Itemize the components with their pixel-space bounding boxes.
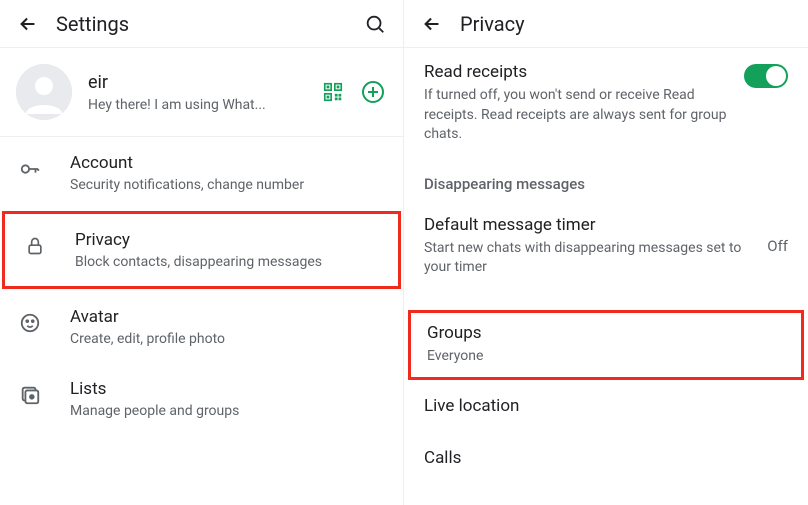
profile-row[interactable]: eir Hey there! I am using What...: [0, 48, 403, 137]
plus-circle-icon: [361, 80, 385, 104]
avatar-placeholder-icon: [16, 64, 72, 120]
setting-item-privacy[interactable]: Privacy Block contacts, disappearing mes…: [2, 211, 401, 289]
privacy-title: Read receipts: [424, 62, 732, 82]
privacy-subtitle: If turned off, you won't send or receive…: [424, 86, 732, 145]
face-icon: [18, 311, 42, 335]
avatar: [16, 64, 72, 120]
profile-name: eir: [88, 72, 319, 93]
setting-subtitle: Manage people and groups: [70, 403, 385, 419]
privacy-item-live-location[interactable]: Live location: [404, 382, 808, 434]
search-icon: [364, 13, 386, 35]
section-header-disappearing: Disappearing messages: [404, 159, 808, 201]
privacy-title: Default message timer: [424, 215, 755, 235]
setting-item-account[interactable]: Account Security notifications, change n…: [0, 137, 403, 209]
privacy-subtitle: Start new chats with disappearing messag…: [424, 239, 755, 278]
privacy-title: Calls: [424, 448, 788, 468]
back-arrow-icon: [17, 13, 39, 35]
lists-icon: [18, 383, 42, 407]
privacy-title: Groups: [427, 323, 785, 343]
setting-subtitle: Security notifications, change number: [70, 177, 385, 193]
page-title: Privacy: [460, 12, 800, 36]
privacy-item-groups[interactable]: Groups Everyone: [408, 310, 804, 380]
setting-subtitle: Block contacts, disappearing messages: [75, 254, 380, 270]
privacy-subtitle: Everyone: [427, 347, 785, 367]
default-timer-value: Off: [767, 237, 788, 255]
privacy-item-default-timer[interactable]: Default message timer Start new chats wi…: [404, 201, 808, 292]
qr-code-button[interactable]: [319, 78, 347, 106]
back-button[interactable]: [8, 4, 48, 44]
read-receipts-toggle[interactable]: [744, 64, 788, 88]
lock-icon: [23, 234, 47, 258]
setting-title: Lists: [70, 379, 385, 399]
settings-header: Settings: [0, 0, 403, 48]
qr-code-icon: [322, 81, 344, 103]
privacy-item-calls[interactable]: Calls: [404, 434, 808, 486]
profile-text: eir Hey there! I am using What...: [88, 72, 319, 113]
setting-title: Avatar: [70, 307, 385, 327]
add-button[interactable]: [359, 78, 387, 106]
privacy-item-read-receipts[interactable]: Read receipts If turned off, you won't s…: [404, 48, 808, 159]
setting-title: Account: [70, 153, 385, 173]
setting-title: Privacy: [75, 230, 380, 250]
back-button[interactable]: [412, 4, 452, 44]
profile-status: Hey there! I am using What...: [88, 97, 319, 113]
setting-item-avatar[interactable]: Avatar Create, edit, profile photo: [0, 291, 403, 363]
key-icon: [18, 157, 42, 181]
search-button[interactable]: [355, 4, 395, 44]
privacy-title: Live location: [424, 396, 788, 416]
setting-item-lists[interactable]: Lists Manage people and groups: [0, 363, 403, 435]
setting-subtitle: Create, edit, profile photo: [70, 331, 385, 347]
privacy-header: Privacy: [404, 0, 808, 48]
page-title: Settings: [56, 12, 355, 36]
back-arrow-icon: [421, 13, 443, 35]
